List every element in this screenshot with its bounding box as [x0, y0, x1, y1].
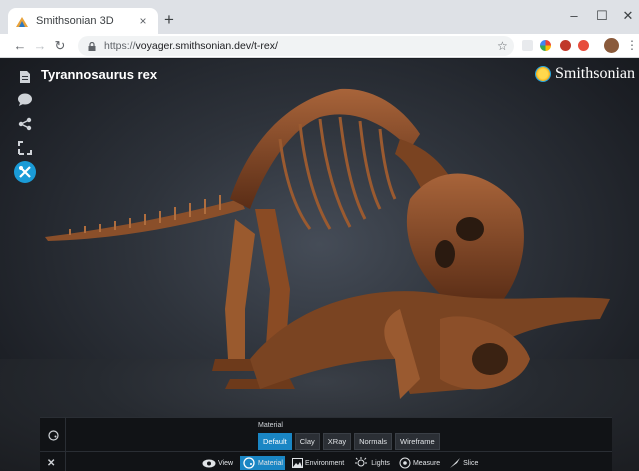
- 3d-viewer[interactable]: Tyrannosaurus rex Smithsonian Material D…: [0, 59, 639, 471]
- window-close-button[interactable]: ✕: [620, 8, 636, 24]
- extension-color-icon[interactable]: [540, 40, 551, 51]
- smithsonian-logo: Smithsonian: [534, 65, 635, 83]
- extension-red-icon[interactable]: [560, 40, 571, 51]
- tool-view[interactable]: View: [200, 458, 235, 469]
- browser-tab-bar: Smithsonian 3D × + – ☐ ✕: [0, 0, 639, 34]
- material-default-button[interactable]: Default: [258, 433, 292, 450]
- t-rex-skeleton-model[interactable]: [0, 59, 639, 399]
- eye-icon: [202, 459, 216, 467]
- material-wireframe-button[interactable]: Wireframe: [395, 433, 440, 450]
- tool-tabs: View Material Environment Lights Measure…: [200, 456, 480, 470]
- url-input[interactable]: https://voyager.smithsonian.dev/t-rex/: [78, 36, 514, 56]
- target-icon: [399, 457, 411, 469]
- extension-tomato-icon[interactable]: [578, 40, 589, 51]
- tool-slice-label: Slice: [463, 459, 479, 467]
- browser-tab[interactable]: Smithsonian 3D ×: [8, 8, 158, 34]
- lock-icon: [88, 41, 96, 51]
- smithsonian-favicon-icon: [16, 17, 28, 27]
- slice-knife-icon: [450, 458, 461, 468]
- brand-name: Smithsonian: [554, 65, 635, 82]
- material-buttons: Default Clay XRay Normals Wireframe: [258, 433, 440, 450]
- tool-measure-label: Measure: [412, 459, 441, 467]
- tool-environment-label: Environment: [304, 459, 345, 467]
- palette-icon: [48, 430, 59, 441]
- profile-avatar[interactable]: [604, 38, 619, 53]
- palette-icon: [243, 457, 255, 469]
- material-label: Material: [258, 422, 283, 429]
- address-toolbar: ← → ↻ https://voyager.smithsonian.dev/t-…: [0, 34, 639, 58]
- tool-view-label: View: [218, 459, 234, 467]
- tab-close-button[interactable]: ×: [136, 14, 150, 28]
- window-minimize-button[interactable]: –: [566, 8, 582, 24]
- back-arrow-icon[interactable]: ←: [12, 38, 28, 54]
- window-maximize-button[interactable]: ☐: [594, 8, 610, 24]
- tool-lights-label: Lights: [371, 459, 390, 467]
- forward-arrow-icon[interactable]: →: [32, 38, 48, 54]
- url-text: https://voyager.smithsonian.dev/t-rex/: [104, 40, 278, 52]
- extension-icon[interactable]: [522, 40, 533, 51]
- expand-icon[interactable]: [14, 137, 36, 159]
- image-icon: [291, 458, 303, 468]
- tool-material[interactable]: Material: [240, 456, 285, 470]
- tool-slice[interactable]: Slice: [447, 456, 480, 470]
- smithsonian-sun-icon: [534, 66, 551, 82]
- tool-panel: Material Default Clay XRay Normals Wiref…: [40, 417, 612, 471]
- tool-lights[interactable]: Lights: [351, 456, 392, 470]
- tool-measure[interactable]: Measure: [397, 456, 442, 470]
- document-icon[interactable]: [14, 66, 36, 88]
- material-xray-button[interactable]: XRay: [322, 433, 352, 450]
- scene-title: Tyrannosaurus rex: [41, 67, 158, 82]
- material-normals-button[interactable]: Normals: [354, 433, 393, 450]
- share-icon[interactable]: [14, 113, 36, 135]
- close-tools-button[interactable]: ✕: [47, 458, 55, 469]
- tools-icon[interactable]: [14, 161, 36, 183]
- reload-icon[interactable]: ↻: [52, 38, 68, 54]
- bookmark-star-icon[interactable]: ☆: [497, 39, 508, 53]
- tool-material-label: Material: [258, 459, 283, 467]
- tab-title: Smithsonian 3D: [36, 15, 114, 27]
- tool-environment[interactable]: Environment: [290, 457, 346, 469]
- browser-menu-icon[interactable]: ⋮: [626, 38, 638, 52]
- new-tab-button[interactable]: +: [164, 11, 174, 28]
- material-clay-button[interactable]: Clay: [294, 433, 320, 450]
- lightbulb-icon: [355, 457, 368, 467]
- annotation-icon[interactable]: [14, 89, 36, 111]
